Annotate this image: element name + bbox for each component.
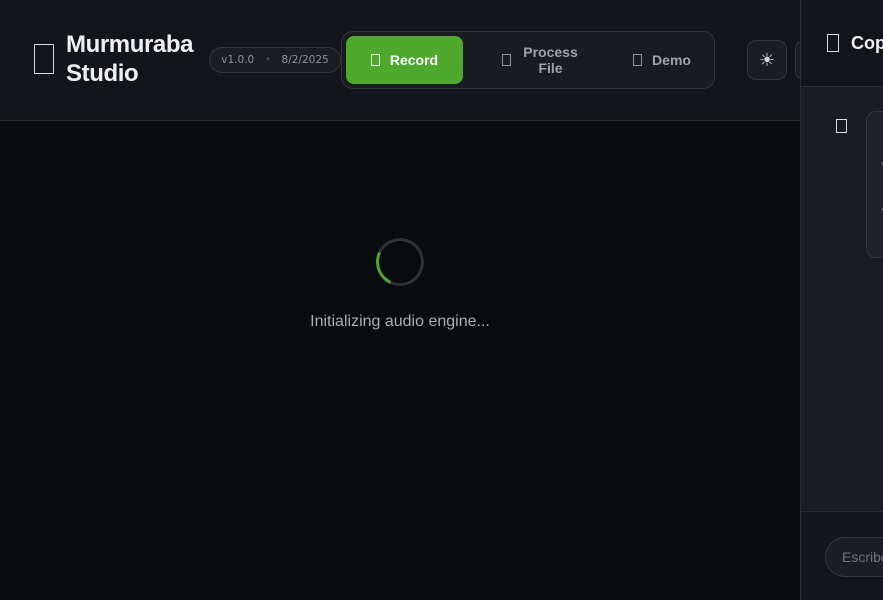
sun-icon: ☀ xyxy=(758,49,776,70)
tab-record-label: Record xyxy=(389,52,439,68)
loading-area: Initializing audio engine... xyxy=(0,121,800,600)
tab-process-file[interactable]: Process File xyxy=(482,36,600,84)
tab-process-file-label: Process File xyxy=(523,44,578,76)
assistant-avatar-icon xyxy=(836,119,847,133)
tab-demo-label: Demo xyxy=(652,52,691,68)
logo-icon xyxy=(34,44,54,74)
copilot-title: Copilot xyxy=(851,32,883,53)
file-icon xyxy=(501,54,511,66)
theme-toggle-button[interactable]: ☀ xyxy=(747,40,787,80)
app-title: Murmuraba Studio xyxy=(66,31,194,87)
copilot-header: Copilot xyxy=(801,0,883,87)
demo-icon xyxy=(633,54,643,66)
build-date: 8/2/2025 xyxy=(281,54,329,66)
chat-input[interactable] xyxy=(825,537,883,577)
brand: Murmuraba Studio xyxy=(34,30,202,88)
version-label: v1.0.0 xyxy=(221,54,255,66)
loading-message: Initializing audio engine... xyxy=(310,313,490,330)
version-separator: • xyxy=(265,55,271,65)
copilot-footer xyxy=(801,511,883,600)
assistant-message xyxy=(866,111,883,258)
tab-record[interactable]: Record xyxy=(346,36,463,84)
copilot-icon xyxy=(827,34,839,52)
tab-demo[interactable]: Demo xyxy=(612,36,712,84)
record-icon xyxy=(370,54,380,66)
version-badge: v1.0.0 • 8/2/2025 xyxy=(209,47,341,73)
app-header: Murmuraba Studio v1.0.0 • 8/2/2025 Recor… xyxy=(0,0,883,121)
mode-tabs: Record Process File Demo xyxy=(341,31,715,89)
copilot-panel: Copilot xyxy=(800,0,883,600)
loading-spinner xyxy=(369,231,431,293)
